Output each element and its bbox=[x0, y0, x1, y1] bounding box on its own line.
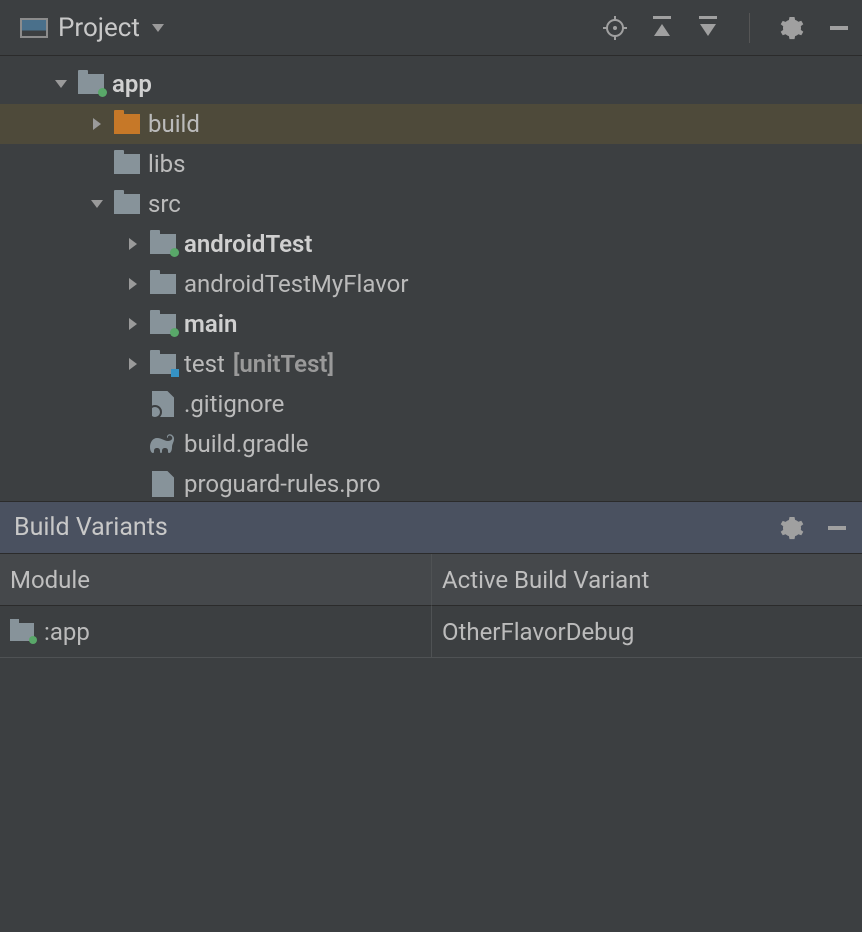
chevron-right-icon[interactable] bbox=[118, 316, 148, 332]
build-variants-header: Build Variants bbox=[0, 501, 862, 553]
gear-icon[interactable] bbox=[780, 16, 804, 40]
minimize-icon[interactable] bbox=[826, 517, 848, 539]
build-variants-table: Module Active Build Variant :app OtherFl… bbox=[0, 553, 862, 658]
tree-node-main[interactable]: main bbox=[0, 304, 862, 344]
empty-area bbox=[0, 658, 862, 932]
tree-label: androidTestMyFlavor bbox=[184, 270, 408, 298]
file-icon bbox=[148, 471, 178, 497]
column-header-variant[interactable]: Active Build Variant bbox=[432, 554, 862, 606]
build-variants-title: Build Variants bbox=[14, 513, 168, 542]
tree-node-test[interactable]: test [unitTest] bbox=[0, 344, 862, 384]
project-toolbar: Project bbox=[0, 0, 862, 56]
locate-icon[interactable] bbox=[603, 16, 627, 40]
collapse-all-icon[interactable] bbox=[697, 16, 719, 40]
chevron-right-icon[interactable] bbox=[118, 276, 148, 292]
table-header-row: Module Active Build Variant bbox=[0, 554, 862, 606]
table-row[interactable]: :app OtherFlavorDebug bbox=[0, 606, 862, 658]
folder-icon bbox=[112, 191, 142, 217]
module-folder-icon bbox=[148, 231, 178, 257]
tree-node-app[interactable]: app bbox=[0, 64, 862, 104]
tree-label: main bbox=[184, 310, 237, 338]
module-cell[interactable]: :app bbox=[0, 606, 432, 658]
chevron-right-icon[interactable] bbox=[118, 236, 148, 252]
project-tree[interactable]: app build libs src androidTest androidTe… bbox=[0, 56, 862, 501]
minimize-icon[interactable] bbox=[828, 17, 850, 39]
dropdown-icon[interactable] bbox=[150, 22, 166, 34]
tree-node-androidtestmyflavor[interactable]: androidTestMyFlavor bbox=[0, 264, 862, 304]
module-folder-icon bbox=[76, 71, 106, 97]
gear-icon[interactable] bbox=[780, 516, 804, 540]
tree-label: app bbox=[112, 70, 152, 98]
tree-node-src[interactable]: src bbox=[0, 184, 862, 224]
variant-name: OtherFlavorDebug bbox=[442, 618, 634, 646]
chevron-right-icon[interactable] bbox=[118, 356, 148, 372]
expand-all-icon[interactable] bbox=[651, 16, 673, 40]
chevron-right-icon[interactable] bbox=[82, 116, 112, 132]
tree-label: build bbox=[148, 110, 200, 138]
view-title[interactable]: Project bbox=[58, 13, 140, 43]
tree-node-proguard[interactable]: proguard-rules.pro bbox=[0, 464, 862, 501]
tree-label: androidTest bbox=[184, 230, 312, 258]
project-view-icon bbox=[20, 18, 48, 38]
tree-node-libs[interactable]: libs bbox=[0, 144, 862, 184]
tree-node-buildgradle[interactable]: build.gradle bbox=[0, 424, 862, 464]
test-folder-icon bbox=[148, 351, 178, 377]
tree-node-androidtest[interactable]: androidTest bbox=[0, 224, 862, 264]
tree-label: libs bbox=[148, 150, 186, 178]
tree-label: src bbox=[148, 190, 181, 218]
tree-node-build[interactable]: build bbox=[0, 104, 862, 144]
toolbar-divider bbox=[749, 13, 750, 43]
folder-icon bbox=[112, 151, 142, 177]
module-folder-icon bbox=[10, 623, 34, 641]
tree-label: test bbox=[184, 350, 225, 378]
tree-node-gitignore[interactable]: .gitignore bbox=[0, 384, 862, 424]
module-folder-icon bbox=[148, 311, 178, 337]
tree-label: proguard-rules.pro bbox=[184, 470, 381, 498]
chevron-down-icon[interactable] bbox=[82, 198, 112, 210]
chevron-down-icon[interactable] bbox=[46, 78, 76, 90]
tree-label: .gitignore bbox=[184, 390, 284, 418]
tree-label: build.gradle bbox=[184, 430, 309, 458]
module-name: :app bbox=[44, 618, 90, 646]
variant-cell[interactable]: OtherFlavorDebug bbox=[432, 606, 862, 658]
tree-label-extra: [unitTest] bbox=[233, 350, 334, 378]
file-icon bbox=[148, 391, 178, 417]
column-header-module[interactable]: Module bbox=[0, 554, 432, 606]
folder-icon bbox=[112, 111, 142, 137]
gradle-icon bbox=[148, 431, 178, 457]
folder-icon bbox=[148, 271, 178, 297]
